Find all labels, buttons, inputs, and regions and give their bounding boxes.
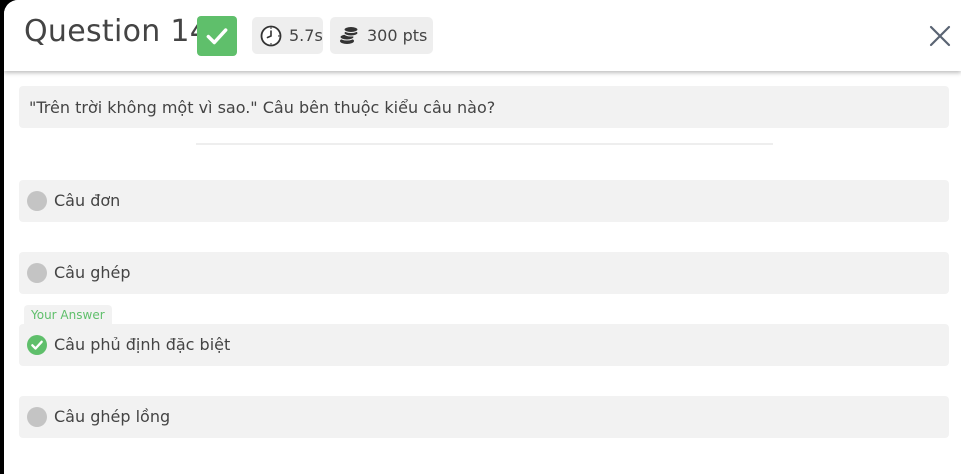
question-header: Question 14 5.7s 300 pts	[4, 0, 961, 71]
check-icon	[206, 28, 228, 45]
option-label: Câu ghép	[54, 263, 131, 282]
question-review-card: Question 14 5.7s 300 pts "Trên trời khôn…	[4, 0, 961, 474]
answer-option-3[interactable]: Câu phủ định đặc biệt	[19, 324, 949, 366]
time-taken-chip: 5.7s	[252, 17, 323, 54]
option-radio-icon	[27, 407, 47, 427]
divider	[196, 143, 773, 145]
close-icon	[929, 25, 951, 47]
clock-icon	[256, 21, 286, 51]
answer-option-4[interactable]: Câu ghép lồng	[19, 396, 949, 438]
close-button[interactable]	[926, 22, 954, 50]
answer-option-1[interactable]: Câu đơn	[19, 180, 949, 222]
points-chip: 300 pts	[330, 17, 433, 54]
option-label: Câu đơn	[54, 191, 121, 210]
question-title: Question 14	[24, 14, 210, 49]
coins-icon	[334, 21, 364, 51]
correct-status-badge	[197, 16, 237, 56]
your-answer-tag: Your Answer	[24, 305, 112, 325]
time-taken-label: 5.7s	[289, 26, 323, 45]
option-correct-check-icon	[27, 335, 47, 355]
question-text-box: "Trên trời không một vì sao." Câu bên th…	[19, 86, 949, 128]
option-radio-icon	[27, 191, 47, 211]
option-label: Câu ghép lồng	[54, 407, 171, 426]
points-label: 300 pts	[367, 26, 428, 45]
answer-option-2[interactable]: Câu ghép	[19, 252, 949, 294]
question-text: "Trên trời không một vì sao." Câu bên th…	[29, 97, 496, 117]
option-radio-icon	[27, 263, 47, 283]
option-label: Câu phủ định đặc biệt	[54, 335, 231, 354]
